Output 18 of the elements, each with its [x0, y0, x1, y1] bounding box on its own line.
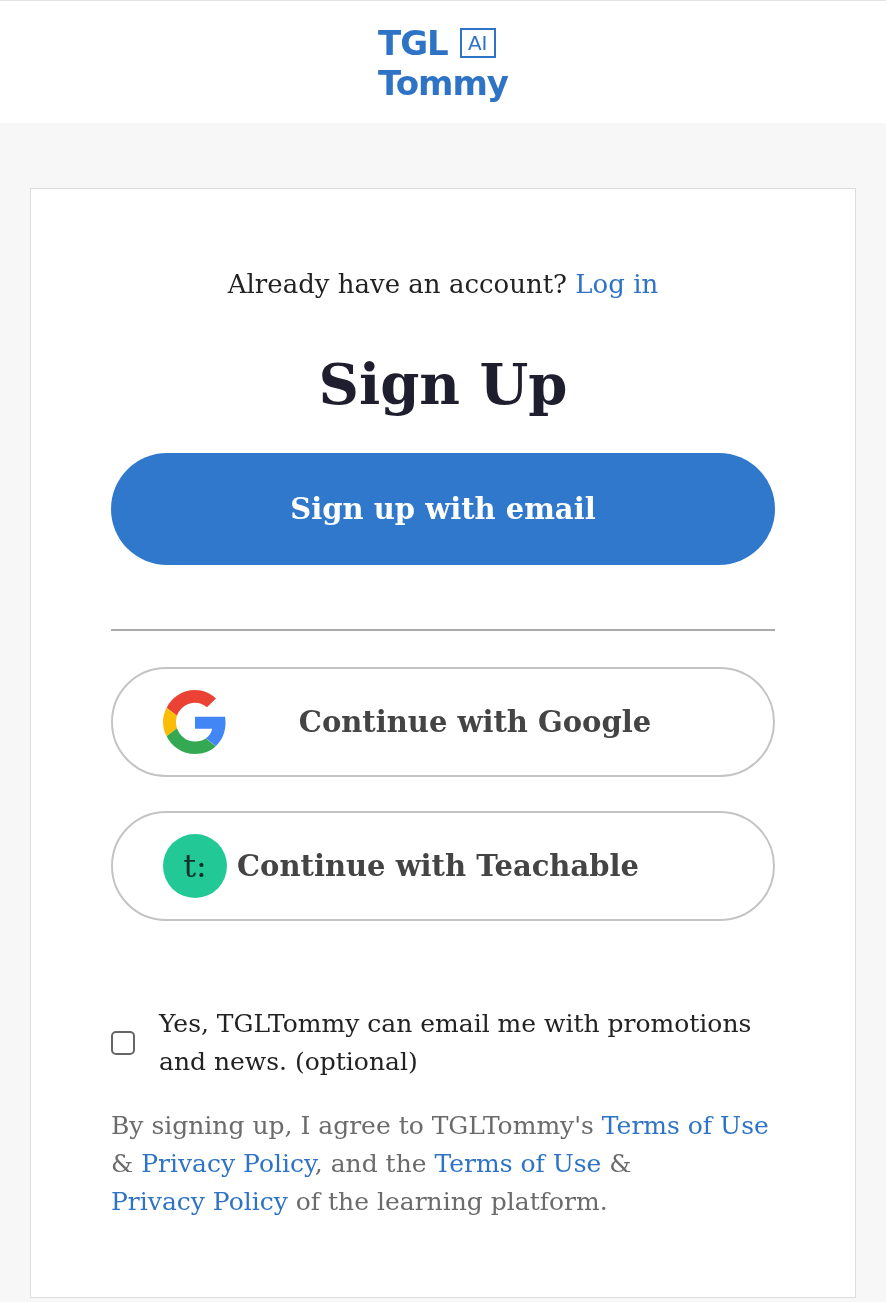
login-prompt: Already have an account? — [227, 269, 568, 299]
consent-label: Yes, TGLTommy can email me with promotions and news. (optional) — [159, 1008, 753, 1078]
google-icon — [163, 690, 227, 754]
login-link[interactable]: Log in — [575, 269, 659, 299]
consent-checkbox[interactable] — [111, 1031, 135, 1055]
page-title: Sign Up — [317, 351, 569, 417]
logo-text: Tommy — [377, 64, 509, 102]
policy-link[interactable]: Terms of Use — [434, 1149, 602, 1178]
policy-link[interactable]: Privacy Policy — [141, 1149, 315, 1178]
logo-text: TGL — [377, 24, 448, 62]
policy-link[interactable]: Terms of Use — [601, 1111, 769, 1140]
teachable-button[interactable]: t: Continue with Teachable — [111, 811, 775, 921]
google-button[interactable]: Continue with Google — [111, 667, 775, 777]
email-signup-button[interactable]: Sign up with email — [111, 453, 775, 565]
chip-icon: AI — [459, 28, 496, 58]
teachable-icon: t: — [163, 834, 227, 898]
policy-link[interactable]: Privacy Policy — [111, 1187, 288, 1216]
legal-notice: By signing up, I agree to TGLTommy's Terms of Use & Privacy Policy, and the Terms of Use & Privacy Policy of the learning platform. — [111, 1110, 770, 1218]
